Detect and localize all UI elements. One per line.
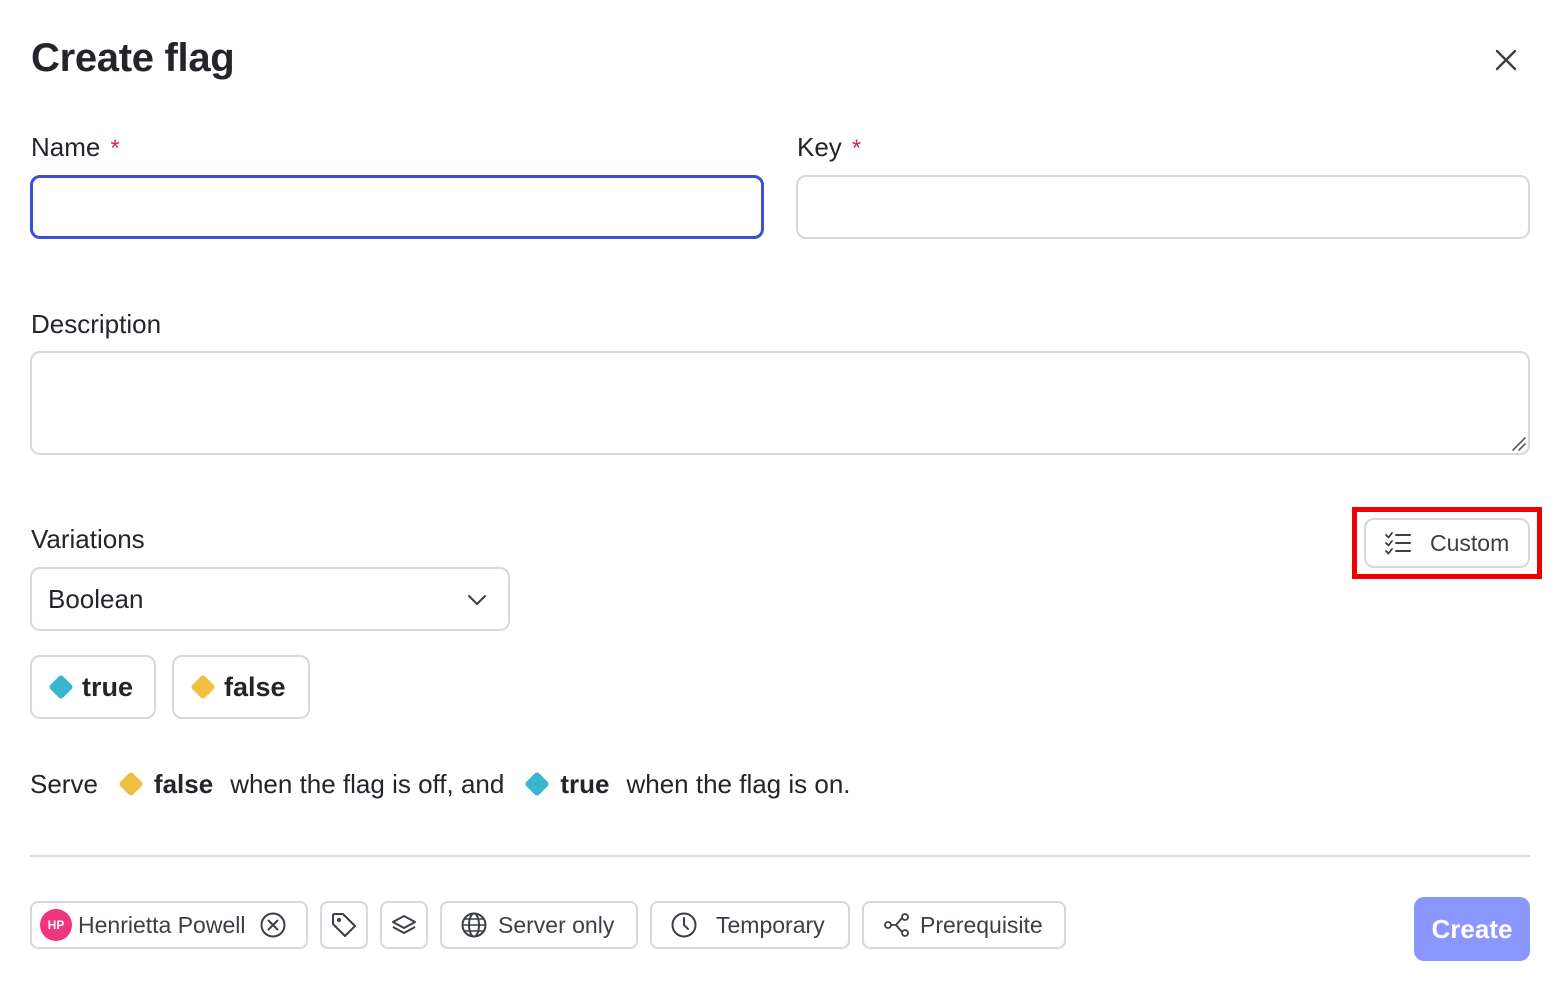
close-button[interactable] xyxy=(1488,42,1524,78)
dialog-title: Create flag xyxy=(31,36,235,80)
variations-label: Variations xyxy=(31,524,145,554)
variation-chip-true[interactable]: true xyxy=(30,655,156,719)
key-required-mark: * xyxy=(851,135,862,162)
checklist-icon xyxy=(1385,532,1411,555)
diamond-icon xyxy=(48,674,74,700)
prerequisite-button[interactable]: Prerequisite xyxy=(862,901,1066,949)
layers-icon xyxy=(392,915,416,934)
globe-icon xyxy=(461,912,487,938)
avatar: HP xyxy=(40,909,72,941)
key-label-text: Key xyxy=(797,132,842,162)
description-label: Description xyxy=(31,309,162,339)
serve-prefix: Serve xyxy=(30,768,98,799)
serve-on-value: true xyxy=(560,768,610,799)
clock-icon xyxy=(671,912,697,938)
diamond-icon xyxy=(118,771,144,797)
serve-off-text: when the flag is off, and xyxy=(230,768,505,799)
variation-type-select[interactable]: Boolean xyxy=(30,567,510,631)
maintainer-pill[interactable]: HP Henrietta Powell xyxy=(30,901,308,949)
temporary-button[interactable]: Temporary xyxy=(650,901,850,949)
prerequisite-label: Prerequisite xyxy=(920,911,1043,938)
custom-variations-button[interactable]: Custom xyxy=(1364,518,1530,568)
key-label: Key * xyxy=(797,132,861,163)
create-button[interactable]: Create xyxy=(1414,897,1530,961)
tags-button[interactable] xyxy=(320,901,368,949)
chevron-down-icon xyxy=(468,595,486,605)
divider xyxy=(30,855,1530,857)
key-input[interactable] xyxy=(796,175,1530,239)
remove-circle-icon[interactable] xyxy=(259,911,287,939)
maintainer-name: Henrietta Powell xyxy=(78,911,246,938)
prerequisite-icon xyxy=(884,913,909,937)
server-only-button[interactable]: Server only xyxy=(440,901,638,949)
variation-chip-label: true xyxy=(82,671,134,702)
close-icon xyxy=(1495,49,1517,71)
variation-chip-label: false xyxy=(224,671,286,702)
diamond-icon xyxy=(524,771,551,797)
name-input[interactable] xyxy=(30,175,764,239)
variation-chip-false[interactable]: false xyxy=(172,655,310,719)
layers-button[interactable] xyxy=(380,901,428,949)
server-only-label: Server only xyxy=(498,911,615,938)
tag-icon xyxy=(332,913,356,937)
serve-summary: Serve false when the flag is off, and tr… xyxy=(30,764,851,804)
name-label: Name * xyxy=(31,132,120,163)
serve-on-text: when the flag is on. xyxy=(626,768,851,799)
name-label-text: Name xyxy=(31,132,101,162)
variation-type-value: Boolean xyxy=(48,583,144,614)
custom-button-label: Custom xyxy=(1430,529,1510,556)
serve-off-value: false xyxy=(153,768,214,799)
description-input[interactable] xyxy=(30,351,1530,455)
resize-handle-icon[interactable] xyxy=(1510,435,1526,451)
name-required-mark: * xyxy=(110,135,120,162)
diamond-icon xyxy=(190,674,216,700)
temporary-label: Temporary xyxy=(716,911,825,938)
